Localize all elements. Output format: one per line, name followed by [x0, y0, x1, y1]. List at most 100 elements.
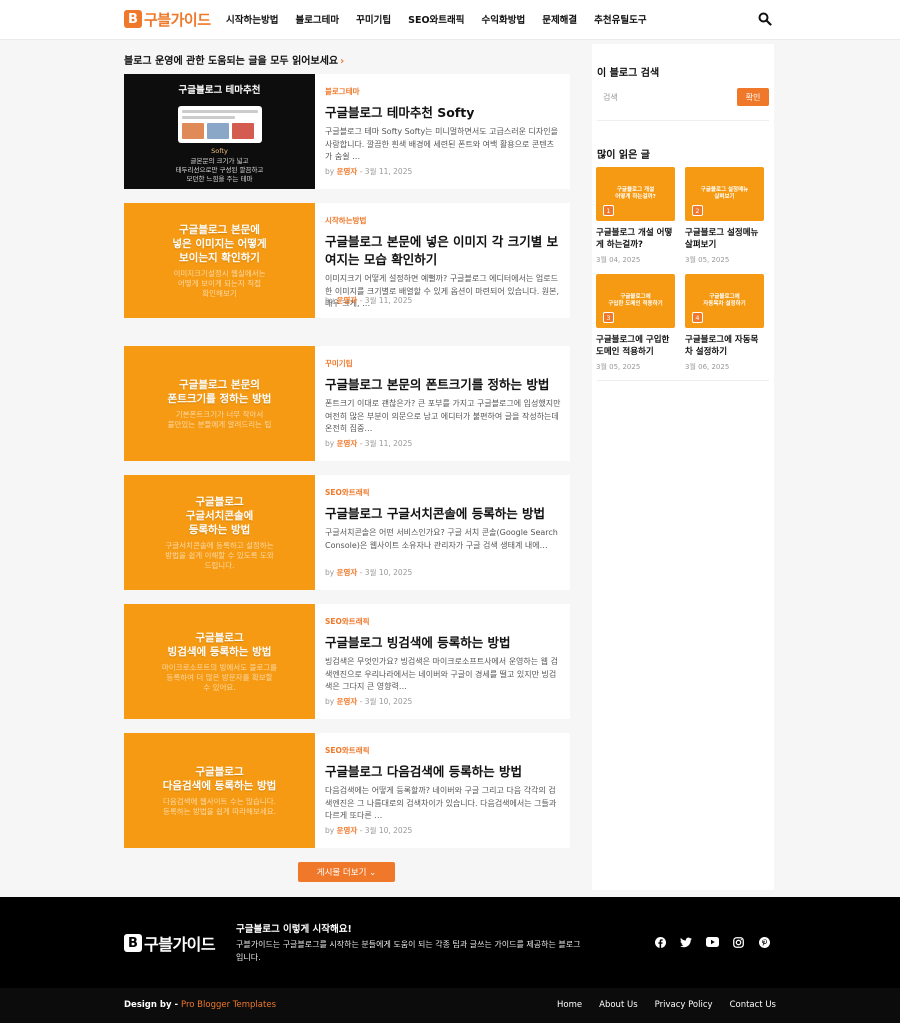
- divider: [597, 120, 769, 121]
- post-author[interactable]: 운영자: [337, 296, 358, 305]
- search-widget-heading: 이 블로그 검색: [597, 68, 660, 79]
- nav-item-tips[interactable]: 꾸미기팁: [356, 12, 391, 26]
- post-thumbnail[interactable]: 구글블로그 테마추천 Softy 글본문의 크기가 넓고 테두리선으로만 구성된…: [124, 74, 315, 189]
- post-author[interactable]: 운영자: [337, 439, 358, 448]
- nav-item-troubleshoot[interactable]: 문제해결: [542, 12, 577, 26]
- post-author[interactable]: 운영자: [337, 826, 358, 835]
- post-title[interactable]: 구글블로그 본문에 넣은 이미지 각 크기별 보여지는 모습 확인하기: [325, 233, 561, 269]
- post-author[interactable]: 운영자: [337, 568, 358, 577]
- rank-badge: 4: [692, 312, 703, 323]
- post-title[interactable]: 구글블로그 테마추천 Softy: [325, 104, 561, 122]
- chevron-down-icon: ⌄: [369, 868, 377, 878]
- popular-post-item: 구글블로그 설정메뉴 살펴보기 2 구글블로그 설정메뉴 살펴보기 3월 05,…: [685, 167, 764, 265]
- footer-title: 구글블로그 이렇게 시작해요!: [236, 924, 352, 935]
- footer-link-privacy[interactable]: Privacy Policy: [655, 1000, 713, 1010]
- footer-description: 구블가이드는 구글블로그를 시작하는 분들에게 도움이 되는 각종 팁과 글쓰는…: [236, 940, 581, 962]
- post-category[interactable]: SEO와트래픽: [325, 745, 561, 756]
- post-card: 구글블로그 본문에 넣은 이미지는 어떻게 보이는지 확인하기 이미지크기설정시…: [124, 203, 570, 318]
- post-card: 구글블로그 구글서치콘솔에 등록하는 방법 구글서치콘솔에 등록하고 설정하는 …: [124, 475, 570, 590]
- nav-item-seo[interactable]: SEO와트래픽: [408, 12, 464, 26]
- thumbnail-title: 구글블로그 구글서치콘솔에 등록하는 방법: [185, 495, 254, 536]
- design-credit-label: Design by -: [124, 1000, 179, 1010]
- post-category[interactable]: 꾸미기팁: [325, 358, 561, 369]
- instagram-icon[interactable]: [731, 935, 745, 949]
- post-title[interactable]: 구글블로그 다음검색에 등록하는 방법: [325, 763, 561, 781]
- divider: [597, 380, 769, 381]
- post-excerpt: 빙검색은 무엇인가요? 빙검색은 마이크로소프트사에서 운영하는 웹 검색엔진으…: [325, 657, 558, 691]
- popular-post-title[interactable]: 구글블로그에 자동목차 설정하기: [685, 334, 764, 358]
- thumbnail-title: 구글블로그 다음검색에 등록하는 방법: [162, 765, 277, 792]
- footer-bottom-bar: Design by - Pro Blogger Templates Home A…: [0, 988, 900, 1023]
- popular-post-item: 구글블로그에 자동목차 설정하기 4 구글블로그에 자동목차 설정하기 3월 0…: [685, 274, 764, 372]
- nav-item-theme[interactable]: 블로그테마: [295, 12, 339, 26]
- design-credit-link[interactable]: Pro Blogger Templates: [181, 1000, 276, 1010]
- post-title[interactable]: 구글블로그 빙검색에 등록하는 방법: [325, 634, 561, 652]
- post-excerpt: 구글서치콘솔은 어떤 서비스인가요? 구글 서치 콘솔(Google Searc…: [325, 528, 558, 550]
- twitter-icon[interactable]: [679, 935, 693, 949]
- popular-post-thumbnail[interactable]: 구글블로그 개설 어떻게 하는걸까? 1: [596, 167, 675, 221]
- post-title[interactable]: 구글블로그 본문의 폰트크기를 정하는 방법: [325, 376, 561, 394]
- sidebar: 이 블로그 검색 확인 많이 읽은 글 구글블로그 개설 어떻게 하는걸까? 1…: [592, 44, 774, 890]
- nav-item-start[interactable]: 시작하는방법: [226, 12, 278, 26]
- footer-link-contact[interactable]: Contact Us: [730, 1000, 776, 1010]
- post-meta: by 운영자 - 3월 11, 2025: [325, 167, 413, 176]
- section-heading-text: 블로그 운영에 관한 도움되는 글을 모두 읽어보세요: [124, 56, 339, 67]
- post-date: 3월 10, 2025: [364, 697, 413, 706]
- footer-link-home[interactable]: Home: [557, 1000, 582, 1010]
- post-thumbnail[interactable]: 구글블로그 다음검색에 등록하는 방법 다음검색에 웹사이트 수는 많습니다. …: [124, 733, 315, 848]
- logo-mark-icon: B: [124, 10, 142, 28]
- section-heading[interactable]: 블로그 운영에 관한 도움되는 글을 모두 읽어보세요 ›: [124, 52, 344, 67]
- popular-post-date: 3월 05, 2025: [596, 363, 641, 371]
- popular-thumb-text: 구글블로그 설정메뉴 살펴보기: [700, 187, 749, 200]
- post-category[interactable]: 블로그테마: [325, 86, 561, 97]
- post-thumbnail[interactable]: 구글블로그 빙검색에 등록하는 방법 마이크로소프트의 빙에서도 블로그를 등록…: [124, 604, 315, 719]
- site-logo[interactable]: B 구블가이드: [124, 8, 211, 30]
- post-date: 3월 11, 2025: [364, 439, 413, 448]
- nav-item-tools[interactable]: 추천유틸도구: [594, 12, 646, 26]
- post-thumbnail[interactable]: 구글블로그 본문에 넣은 이미지는 어떻게 보이는지 확인하기 이미지크기설정시…: [124, 203, 315, 318]
- nav-item-monetize[interactable]: 수익화방법: [482, 12, 526, 26]
- popular-post-thumbnail[interactable]: 구글블로그 설정메뉴 살펴보기 2: [685, 167, 764, 221]
- popular-post-thumbnail[interactable]: 구글블로그에 자동목차 설정하기 4: [685, 274, 764, 328]
- post-author[interactable]: 운영자: [337, 697, 358, 706]
- popular-post-title[interactable]: 구글블로그 설정메뉴 살펴보기: [685, 227, 764, 251]
- footer-logo[interactable]: B 구블가이드: [124, 931, 216, 955]
- post-card: 구글블로그 테마추천 Softy 글본문의 크기가 넓고 테두리선으로만 구성된…: [124, 74, 570, 189]
- logo-mark-icon: B: [124, 934, 142, 952]
- post-title[interactable]: 구글블로그 구글서치콘솔에 등록하는 방법: [325, 505, 561, 523]
- social-links: [653, 935, 771, 949]
- post-date: 3월 10, 2025: [364, 568, 413, 577]
- post-excerpt: 다음검색에는 어떻게 등록할까? 네이버와 구글 그리고 다음 각각의 검색엔진…: [325, 786, 557, 820]
- thumbnail-title: 구글블로그 본문에 넣은 이미지는 어떻게 보이는지 확인하기: [172, 223, 267, 264]
- search-submit-button[interactable]: 확인: [737, 88, 769, 106]
- post-thumbnail[interactable]: 구글블로그 본문의 폰트크기를 정하는 방법 기본폰트크기가 너무 작아서 불만…: [124, 346, 315, 461]
- rank-badge: 3: [603, 312, 614, 323]
- popular-post-date: 3월 05, 2025: [685, 256, 730, 264]
- post-thumbnail[interactable]: 구글블로그 구글서치콘솔에 등록하는 방법 구글서치콘솔에 등록하고 설정하는 …: [124, 475, 315, 590]
- thumbnail-subtitle: 기본폰트크기가 너무 작아서 불만있는 분들에게 알려드리는 팁: [167, 409, 272, 429]
- search-icon[interactable]: [758, 11, 772, 26]
- post-date: 3월 11, 2025: [364, 167, 413, 176]
- popular-post-title[interactable]: 구글블로그에 구입한 도메인 적용하기: [596, 334, 675, 358]
- search-input[interactable]: [597, 87, 737, 107]
- pinterest-icon[interactable]: [757, 935, 771, 949]
- post-meta: by 운영자 - 3월 10, 2025: [325, 697, 413, 706]
- post-card: 구글블로그 다음검색에 등록하는 방법 다음검색에 웹사이트 수는 많습니다. …: [124, 733, 570, 848]
- post-category[interactable]: SEO와트래픽: [325, 616, 561, 627]
- post-category[interactable]: 시작하는방법: [325, 215, 561, 226]
- footer-link-about[interactable]: About Us: [599, 1000, 637, 1010]
- popular-post-thumbnail[interactable]: 구글블로그에 구입한 도메인 적용하기 3: [596, 274, 675, 328]
- thumbnail-subtitle: 다음검색에 웹사이트 수는 많습니다. 등록하는 방법을 쉽게 따라해보세요.: [162, 796, 277, 816]
- logo-text: 구블가이드: [144, 10, 211, 29]
- post-category[interactable]: SEO와트래픽: [325, 487, 561, 498]
- thumbnail-title: 구글블로그 테마추천: [178, 85, 261, 96]
- popular-post-title[interactable]: 구글블로그 개설 어떻게 하는걸까?: [596, 227, 675, 251]
- thumbnail-subtitle: 구글서치콘솔에 등록하고 설정하는 방법을 쉽게 이해할 수 있도록 도와 드립…: [165, 540, 274, 570]
- load-more-button[interactable]: 게시물 더보기 ⌄: [298, 862, 395, 882]
- facebook-icon[interactable]: [653, 935, 667, 949]
- load-more-label: 게시물 더보기: [316, 868, 367, 878]
- youtube-icon[interactable]: [705, 935, 719, 949]
- post-author[interactable]: 운영자: [337, 167, 358, 176]
- popular-thumb-text: 구글블로그에 자동목차 설정하기: [703, 294, 746, 307]
- post-meta: by 운영자 - 3월 11, 2025: [325, 296, 413, 305]
